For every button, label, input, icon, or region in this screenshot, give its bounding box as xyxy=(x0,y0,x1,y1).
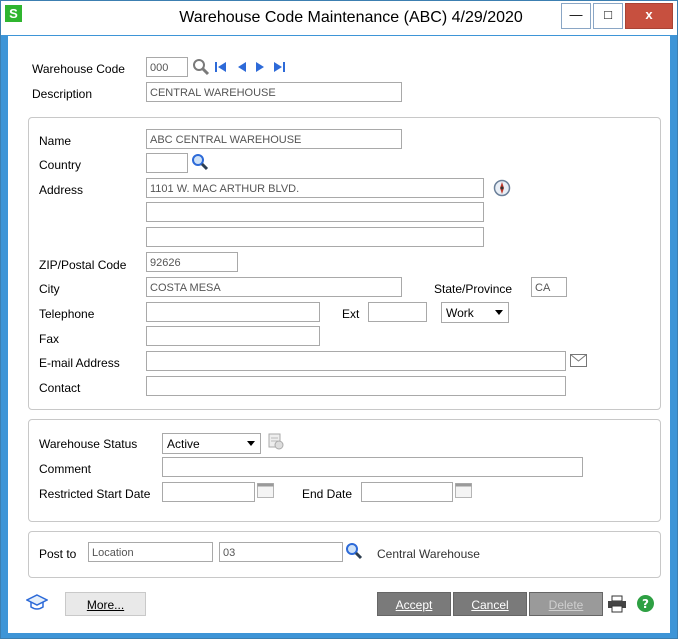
email-label: E-mail Address xyxy=(39,356,120,370)
comment-label: Comment xyxy=(39,462,92,476)
city-label: City xyxy=(39,282,60,296)
maximize-button[interactable]: □ xyxy=(593,3,623,29)
previous-record-icon[interactable] xyxy=(236,61,248,73)
fax-label: Fax xyxy=(39,332,60,346)
ext-input[interactable] xyxy=(368,302,427,322)
calendar-icon[interactable] xyxy=(455,483,472,498)
comment-input[interactable] xyxy=(162,457,583,477)
location-code-input[interactable]: 03 xyxy=(219,542,343,562)
delete-button[interactable]: Delete xyxy=(529,592,603,616)
application-window: S Warehouse Code Maintenance (ABC) 4/29/… xyxy=(0,0,678,639)
cancel-button[interactable]: Cancel xyxy=(453,592,527,616)
contact-label: Contact xyxy=(39,381,81,395)
end-date-input[interactable] xyxy=(361,482,453,502)
minimize-button[interactable]: — xyxy=(561,3,591,29)
ext-label: Ext xyxy=(342,307,360,321)
address-line2-input[interactable] xyxy=(146,202,484,222)
address-line1-input[interactable]: 1101 W. MAC ARTHUR BLVD. xyxy=(146,178,484,198)
more-button-label: More... xyxy=(86,598,125,612)
app-logo-icon: S xyxy=(5,5,22,22)
state-input[interactable]: CA xyxy=(531,277,567,297)
window-title: Warehouse Code Maintenance (ABC) 4/29/20… xyxy=(179,9,523,26)
dropdown-arrow-icon xyxy=(247,441,255,446)
country-input[interactable] xyxy=(146,153,188,173)
state-label: State/Province xyxy=(434,282,513,296)
country-label: Country xyxy=(39,158,82,172)
status-history-icon[interactable] xyxy=(266,432,284,450)
zip-input[interactable]: 92626 xyxy=(146,252,238,272)
delete-button-label: Delete xyxy=(548,598,584,612)
svg-text:?: ? xyxy=(642,597,649,611)
telephone-input[interactable] xyxy=(146,302,320,322)
last-record-icon[interactable] xyxy=(272,61,286,73)
title-bar[interactable]: S Warehouse Code Maintenance (ABC) 4/29/… xyxy=(1,1,677,35)
post-to-type-input[interactable]: Location xyxy=(88,542,213,562)
name-input[interactable]: ABC CENTRAL WAREHOUSE xyxy=(146,129,402,149)
telephone-label: Telephone xyxy=(39,307,95,321)
form-body: Warehouse Code 000 Description CENTRAL W… xyxy=(8,36,670,633)
magnifier-icon[interactable] xyxy=(192,58,210,76)
address-line3-input[interactable] xyxy=(146,227,484,247)
graduation-cap-icon[interactable] xyxy=(26,593,48,613)
warehouse-status-value: Active xyxy=(167,437,200,451)
close-button[interactable]: x xyxy=(625,3,673,29)
location-name-text: Central Warehouse xyxy=(377,547,480,561)
fax-input[interactable] xyxy=(146,326,320,346)
post-to-label: Post to xyxy=(39,547,77,561)
warehouse-status-label: Warehouse Status xyxy=(39,437,138,451)
restricted-start-date-input[interactable] xyxy=(162,482,255,502)
warehouse-code-input[interactable]: 000 xyxy=(146,57,188,77)
country-lookup-icon[interactable] xyxy=(191,153,209,171)
next-record-icon[interactable] xyxy=(254,61,266,73)
description-label: Description xyxy=(32,87,93,101)
first-record-icon[interactable] xyxy=(214,61,228,73)
calendar-icon[interactable] xyxy=(257,483,274,498)
envelope-icon[interactable] xyxy=(570,354,587,367)
printer-icon[interactable] xyxy=(607,595,627,613)
location-lookup-icon[interactable] xyxy=(345,542,363,560)
warehouse-status-select[interactable]: Active xyxy=(162,433,261,454)
accept-button-label: Accept xyxy=(395,598,433,612)
cancel-button-label: Cancel xyxy=(471,598,509,612)
dropdown-arrow-icon xyxy=(495,310,503,315)
name-label: Name xyxy=(39,134,72,148)
contact-input[interactable] xyxy=(146,376,566,396)
restricted-start-date-label: Restricted Start Date xyxy=(39,487,151,501)
more-button[interactable]: More... xyxy=(65,592,146,616)
description-input[interactable]: CENTRAL WAREHOUSE xyxy=(146,82,402,102)
phone-type-select[interactable]: Work xyxy=(441,302,509,323)
city-input[interactable]: COSTA MESA xyxy=(146,277,402,297)
address-label: Address xyxy=(39,183,84,197)
compass-icon[interactable] xyxy=(493,179,511,197)
email-input[interactable] xyxy=(146,351,566,371)
accept-button[interactable]: Accept xyxy=(377,592,451,616)
help-icon[interactable]: ? xyxy=(636,594,655,613)
warehouse-code-label: Warehouse Code xyxy=(32,62,125,76)
phone-type-value: Work xyxy=(446,306,474,320)
end-date-label: End Date xyxy=(302,487,353,501)
zip-label: ZIP/Postal Code xyxy=(39,258,127,272)
